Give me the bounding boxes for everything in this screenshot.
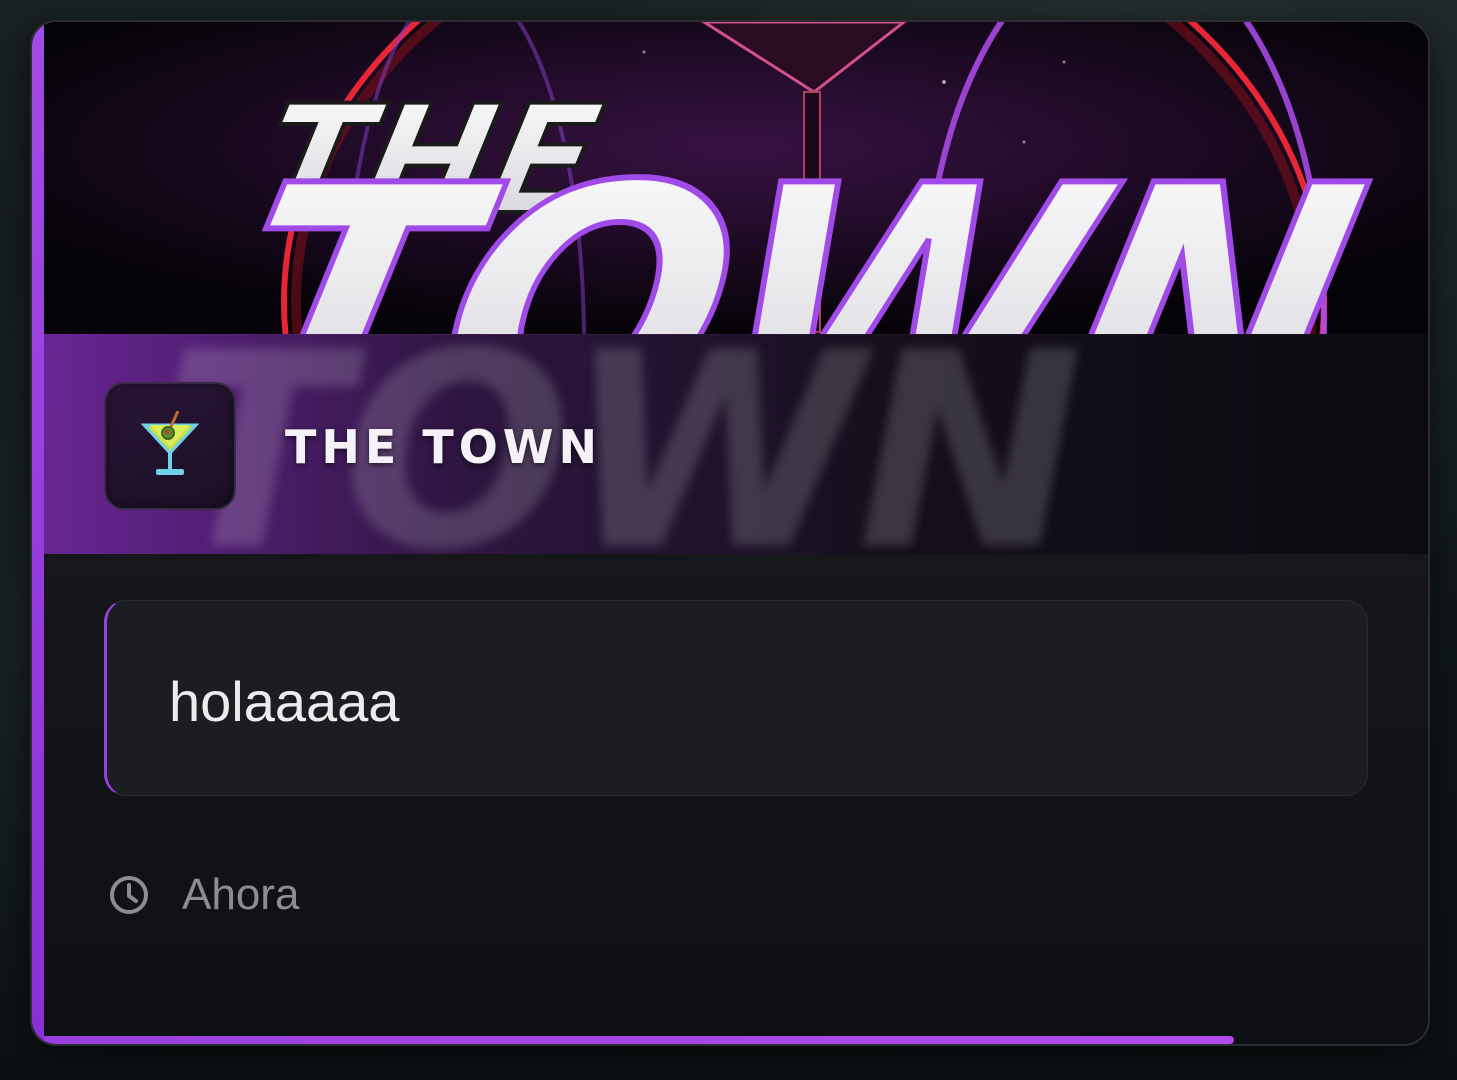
notification-header: TOWN THE TOWN	[44, 334, 1428, 554]
message-box: holaaaaa	[104, 600, 1368, 796]
progress-track	[44, 1036, 1428, 1044]
progress-fill	[44, 1036, 1235, 1044]
clock-icon	[110, 876, 148, 914]
app-title: THE TOWN	[285, 420, 603, 474]
cocktail-glass-icon	[140, 411, 200, 475]
notification-card[interactable]: THE TOWN TOWN THE TOWN holaaaaa Ahora	[30, 20, 1430, 1046]
notification-body: holaaaaa Ahora	[44, 554, 1428, 1044]
timestamp-row: Ahora	[108, 870, 299, 920]
message-text: holaaaaa	[169, 670, 400, 733]
accent-bar	[32, 22, 44, 1044]
banner-image: THE TOWN	[44, 22, 1428, 335]
banner-text-town: TOWN	[192, 115, 1387, 334]
timestamp-label: Ahora	[182, 870, 300, 919]
app-icon	[104, 382, 236, 510]
